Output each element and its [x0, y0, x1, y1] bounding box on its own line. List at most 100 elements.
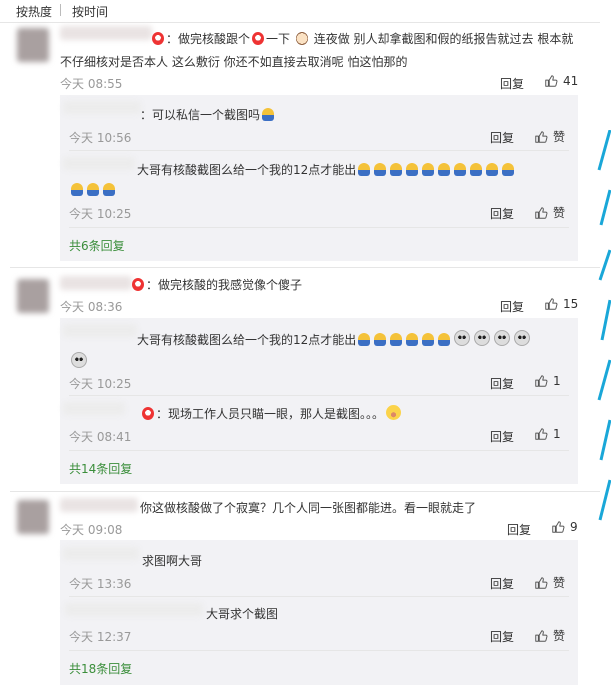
reply-button[interactable]: 回复 [500, 298, 524, 315]
emoji-icon [406, 333, 419, 346]
emoji-icon [358, 333, 371, 346]
like-button[interactable]: 1 [534, 427, 561, 441]
reply-time: 今天 10:25 [69, 377, 132, 391]
thumbs-up-icon [534, 206, 548, 220]
reply-username[interactable] [63, 402, 125, 415]
emoji-icon [374, 163, 387, 176]
like-label: 赞 [553, 206, 566, 220]
emoji-icon [438, 163, 451, 176]
comment-text: 你这做核酸做了个寂寞？几个人同一张图都能进。看一眼就走了 [140, 501, 477, 515]
like-button[interactable]: 41 [544, 74, 578, 88]
emoji-icon [295, 32, 308, 45]
emoji-icon [474, 330, 491, 346]
username[interactable] [60, 276, 132, 290]
divider [69, 395, 569, 396]
reply-text: 大哥有核酸截图么给一个我的12点才能出 [137, 330, 532, 348]
thumbs-up-icon [534, 427, 548, 441]
avatar[interactable] [17, 28, 49, 62]
reply-username[interactable] [63, 547, 139, 560]
reply-thread: ：可以私信一个截图吗 今天 10:56 回复 赞 大哥有核酸截图么给一个我的12… [60, 95, 578, 261]
username[interactable] [60, 26, 152, 40]
emoji-icon [390, 163, 403, 176]
divider [0, 22, 600, 23]
avatar[interactable] [17, 279, 49, 313]
like-button[interactable]: 赞 [534, 574, 565, 591]
emoji-icon [494, 330, 511, 346]
reply-button[interactable]: 回复 [490, 575, 514, 592]
more-replies-link[interactable]: 共6条回复 [69, 237, 125, 254]
reply-time: 今天 10:25 [69, 207, 132, 221]
emoji-row [69, 352, 89, 369]
reply-button[interactable]: 回复 [507, 521, 531, 538]
divider [69, 227, 569, 228]
avatar[interactable] [17, 500, 49, 534]
more-replies-link[interactable]: 共14条回复 [69, 460, 132, 477]
like-button[interactable]: 赞 [534, 627, 565, 644]
reply-button[interactable]: 回复 [490, 628, 514, 645]
emoji-icon [103, 183, 115, 196]
emoji-icon [87, 183, 99, 196]
reply-text: ：现场工作人员只瞄一眼，那人是截图。。。 [140, 405, 403, 422]
comment-time: 今天 09:08 [60, 523, 123, 537]
divider [69, 650, 569, 651]
edge-decoration [597, 130, 611, 521]
like-button[interactable]: 15 [544, 297, 578, 311]
thumbs-up-icon [534, 374, 548, 388]
thumbs-up-icon [534, 130, 548, 144]
emoji-icon [71, 183, 83, 196]
emoji-icon [454, 330, 471, 346]
tab-sort-time[interactable]: 按时间 [72, 3, 108, 20]
reply-button[interactable]: 回复 [490, 428, 514, 445]
like-label: 赞 [553, 576, 566, 590]
tab-divider [60, 4, 61, 16]
like-button[interactable]: 赞 [534, 204, 565, 221]
comment-time: 今天 08:36 [60, 300, 123, 314]
reply-thread: 求图啊大哥 今天 13:36 回复 赞 大哥求个截图 今天 12:37 回复 赞… [60, 540, 578, 685]
divider [10, 267, 600, 268]
like-button[interactable]: 1 [534, 374, 561, 388]
comment-text-line1: ：做完核酸跟个 一下 连夜做 别人却拿截图和假的纸报告就过去 根本就 [150, 30, 573, 47]
thumbs-up-icon [534, 576, 548, 590]
divider [10, 491, 600, 492]
emoji-icon [486, 163, 499, 176]
emoji-icon [262, 108, 275, 121]
emoji-icon [132, 278, 144, 291]
emoji-icon [374, 333, 387, 346]
emoji-icon [152, 32, 164, 45]
reply-button[interactable]: 回复 [490, 375, 514, 392]
like-count: 9 [570, 520, 578, 534]
like-count: 1 [553, 427, 561, 441]
reply-button[interactable]: 回复 [490, 205, 514, 222]
emoji-row [69, 183, 117, 197]
username[interactable] [60, 498, 138, 512]
tab-sort-hot[interactable]: 按热度 [16, 3, 52, 20]
reply-text: 大哥有核酸截图么给一个我的12点才能出 [137, 161, 516, 178]
emoji-icon [252, 32, 265, 45]
reply-username[interactable] [63, 157, 135, 170]
reply-time: 今天 10:56 [69, 131, 132, 145]
emoji-icon [422, 163, 435, 176]
thumbs-up-icon [544, 74, 558, 88]
comment-text-line2: 不仔细核对是否本人 这么敷衍 你还不如直接去取消呢 怕这怕那的 [60, 55, 408, 69]
emoji-icon [438, 333, 451, 346]
emoji-icon [390, 333, 403, 346]
emoji-icon [422, 333, 435, 346]
more-replies-link[interactable]: 共18条回复 [69, 660, 132, 677]
like-button[interactable]: 9 [551, 520, 578, 534]
emoji-icon [142, 407, 154, 420]
reply-button[interactable]: 回复 [490, 129, 514, 146]
like-button[interactable]: 赞 [534, 128, 565, 145]
divider [69, 150, 569, 151]
comment-text: ：做完核酸的我感觉像个傻子 [130, 276, 302, 293]
like-count: 41 [563, 74, 579, 88]
divider [69, 450, 569, 451]
emoji-icon [406, 163, 419, 176]
reply-username[interactable] [65, 603, 203, 616]
reply-time: 今天 13:36 [69, 577, 132, 591]
emoji-icon [514, 330, 531, 346]
emoji-icon [454, 163, 467, 176]
thumbs-up-icon [544, 297, 558, 311]
reply-username[interactable] [63, 101, 141, 114]
reply-username[interactable] [63, 324, 137, 337]
reply-button[interactable]: 回复 [500, 75, 524, 92]
